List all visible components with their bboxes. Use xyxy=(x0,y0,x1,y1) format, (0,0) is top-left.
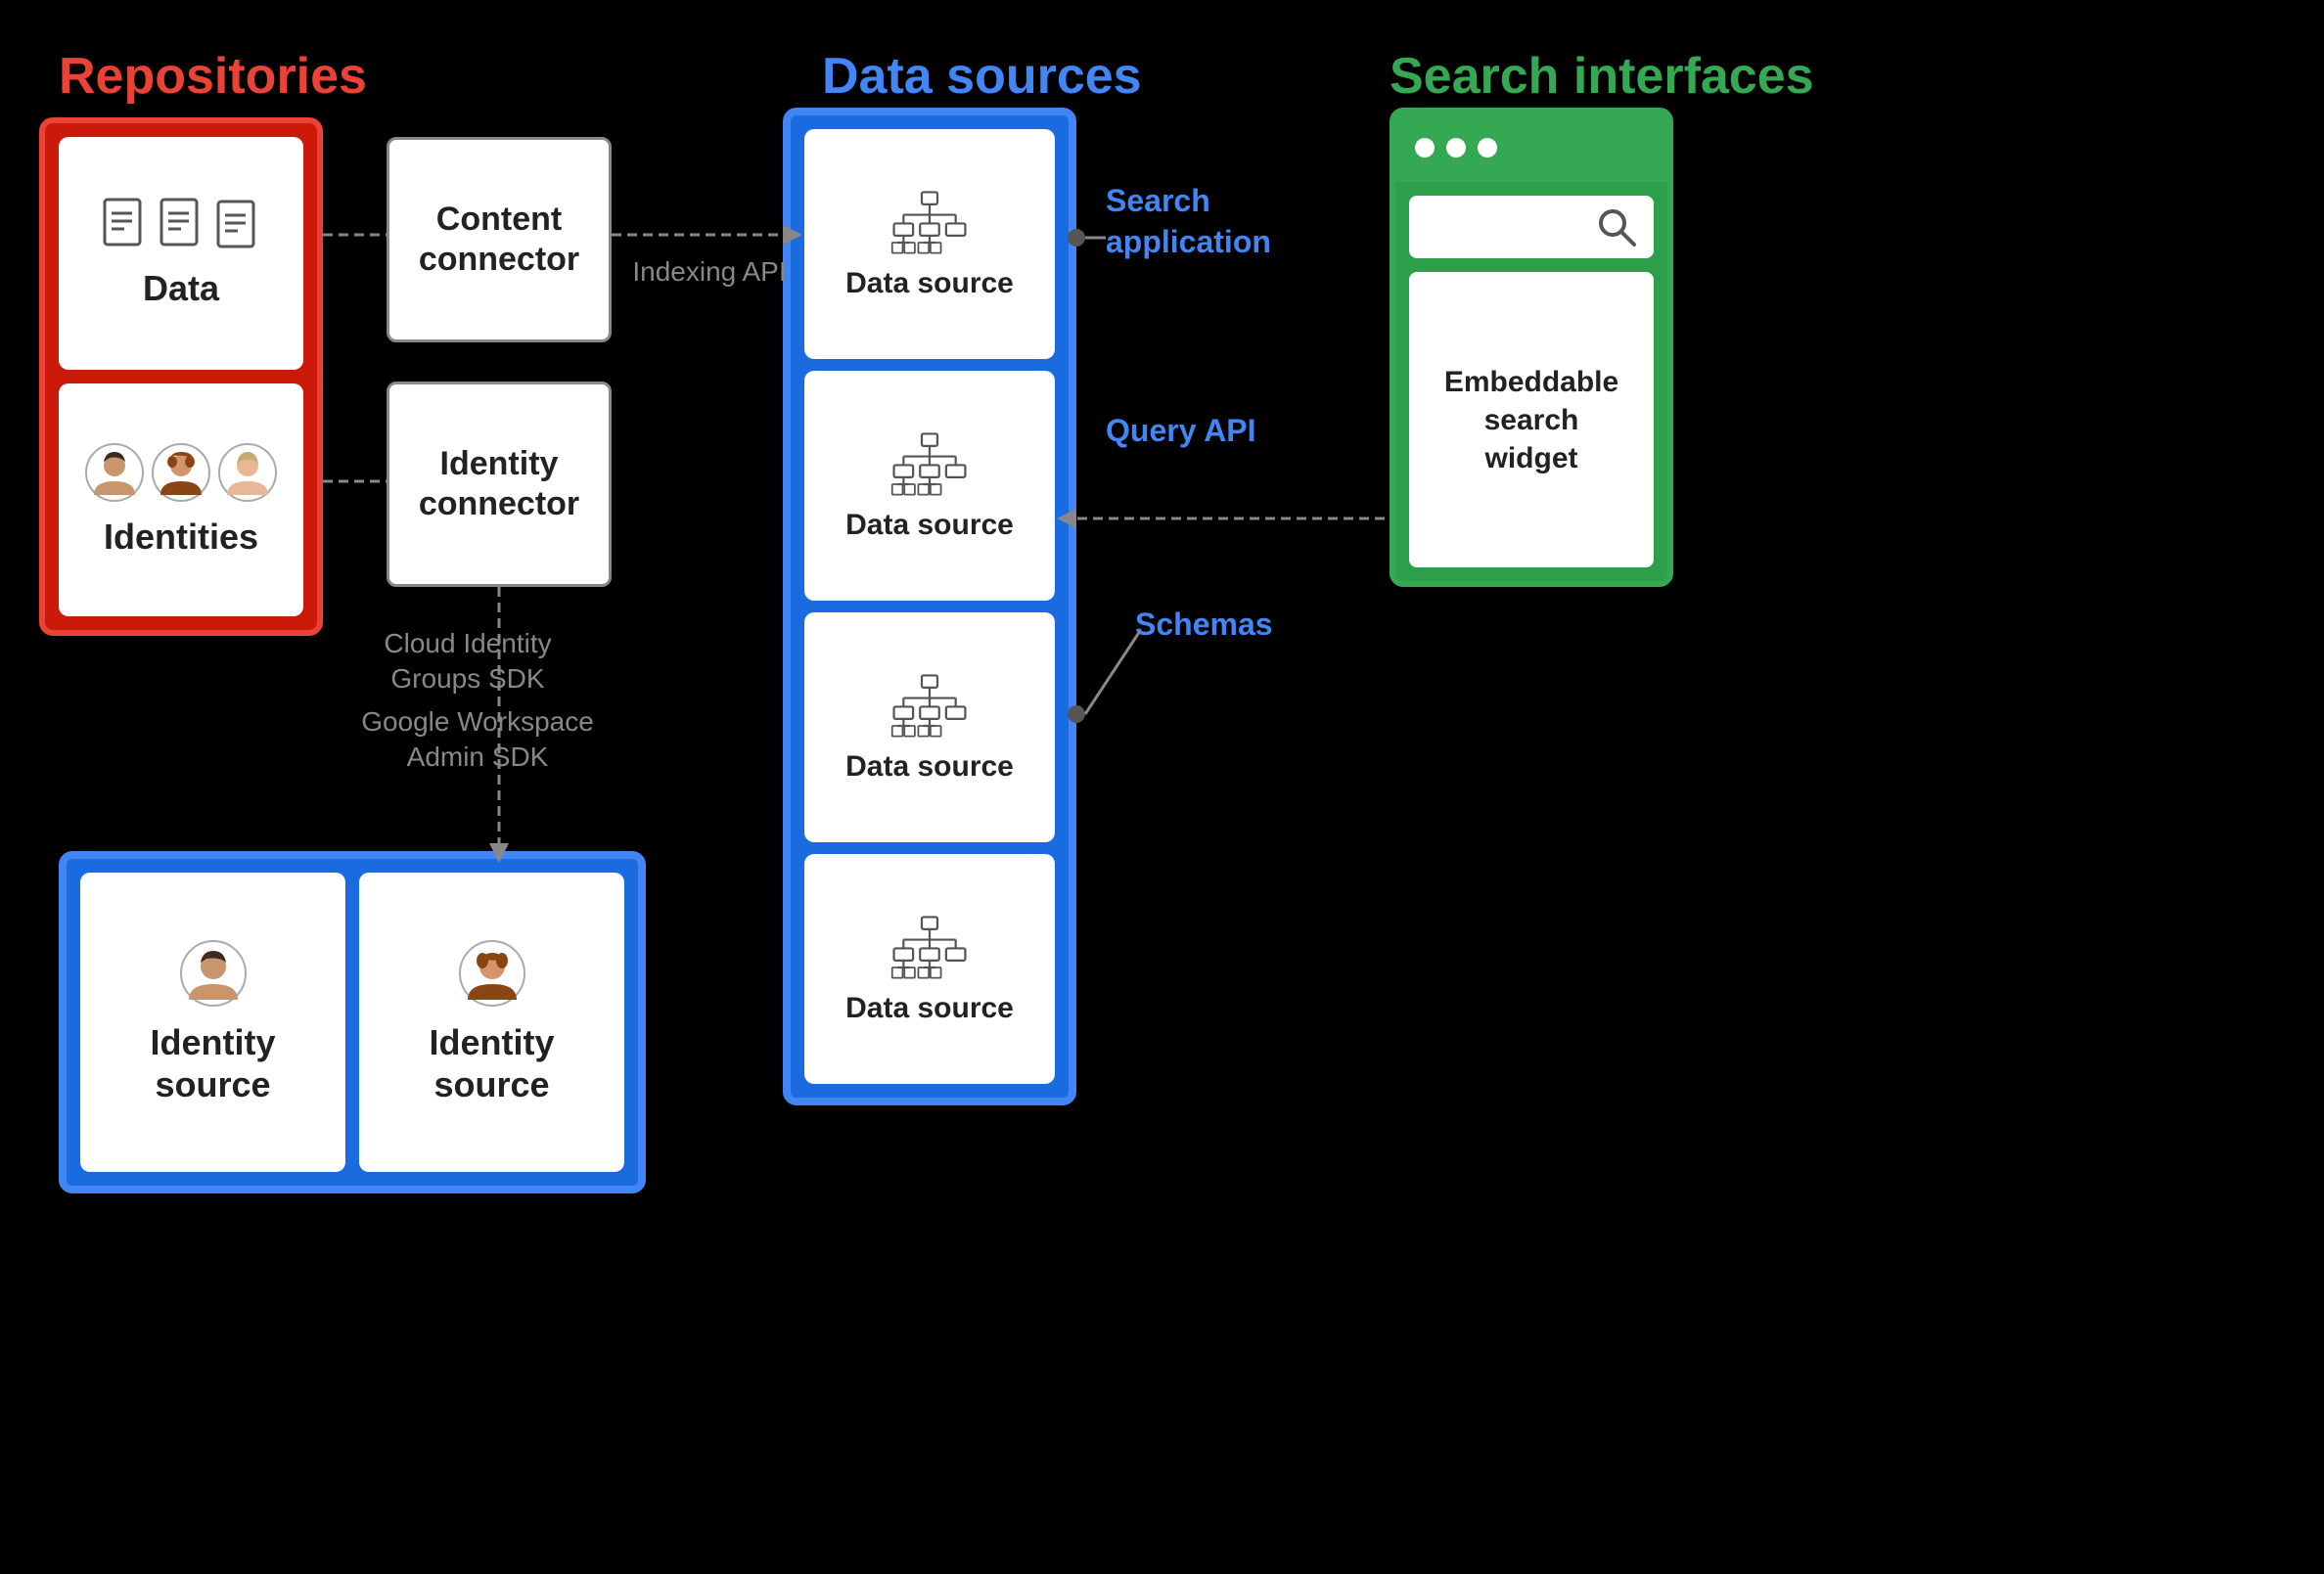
schemas-label: Schemas xyxy=(1135,605,1292,646)
identity-source-label-2: Identitysource xyxy=(429,1021,554,1105)
doc-icon-2 xyxy=(158,198,205,254)
google-workspace-label: Google Workspace Admin SDK xyxy=(360,704,595,776)
identity-source-label-1: Identitysource xyxy=(150,1021,275,1105)
search-application-label: Search application xyxy=(1106,181,1301,262)
widget-label: Embeddablesearchwidget xyxy=(1444,363,1618,477)
tree-icon-4 xyxy=(890,914,969,982)
embeddable-widget-box: Embeddablesearchwidget xyxy=(1409,272,1654,567)
query-api-label: Query API xyxy=(1106,411,1262,452)
identity-sources-box: Identitysource Identitysource xyxy=(59,851,646,1193)
data-source-3: Data source xyxy=(804,612,1055,842)
content-connector-label: Contentconnector xyxy=(419,200,579,280)
tree-icon-3 xyxy=(890,672,969,741)
tree-icon-2 xyxy=(890,430,969,499)
avatar-2 xyxy=(151,442,211,503)
window-dot-2 xyxy=(1446,138,1466,157)
content-connector-box: Contentconnector xyxy=(387,137,612,342)
window-dot-1 xyxy=(1415,138,1435,157)
window-dot-3 xyxy=(1478,138,1497,157)
tree-icon-1 xyxy=(890,189,969,257)
cloud-identity-label: Cloud Identity Groups SDK xyxy=(360,626,575,697)
identity-source-2: Identitysource xyxy=(359,873,624,1172)
indexing-api-label: Indexing API xyxy=(631,254,788,290)
data-source-2: Data source xyxy=(804,371,1055,601)
search-icon xyxy=(1595,205,1638,248)
identity-source-avatar-1 xyxy=(179,939,248,1008)
identity-connector-label: Identityconnector xyxy=(419,444,579,524)
identity-source-1: Identitysource xyxy=(80,873,345,1172)
diagram-container: Repositories Data sources Search interfa… xyxy=(0,0,2324,1574)
title-search-interfaces: Search interfaces xyxy=(1390,47,1814,106)
title-data-sources: Data sources xyxy=(822,47,1142,106)
search-top-bar xyxy=(1395,113,1667,182)
repositories-box: Data xyxy=(39,117,323,636)
doc-icon-3 xyxy=(212,198,259,254)
identity-icons xyxy=(84,442,278,503)
data-source-label-4: Data source xyxy=(845,992,1014,1025)
data-source-4: Data source xyxy=(804,854,1055,1084)
data-source-1: Data source xyxy=(804,129,1055,359)
data-sources-box: Data source xyxy=(783,108,1076,1105)
data-source-label-1: Data source xyxy=(845,267,1014,300)
search-interfaces-box: Embeddablesearchwidget xyxy=(1390,108,1673,587)
avatar-3 xyxy=(217,442,278,503)
identity-connector-box: Identityconnector xyxy=(387,382,612,587)
data-label: Data xyxy=(143,268,219,309)
data-icons xyxy=(103,198,259,254)
avatar-1 xyxy=(84,442,145,503)
data-source-label-3: Data source xyxy=(845,750,1014,784)
identities-box: Identities xyxy=(59,383,303,616)
identity-source-avatar-2 xyxy=(458,939,526,1008)
data-box: Data xyxy=(59,137,303,370)
search-bar[interactable] xyxy=(1409,196,1654,258)
search-content: Embeddablesearchwidget xyxy=(1395,182,1667,581)
data-source-label-2: Data source xyxy=(845,509,1014,542)
doc-icon-1 xyxy=(103,198,150,254)
title-repositories: Repositories xyxy=(59,47,367,106)
identities-label: Identities xyxy=(104,517,258,558)
